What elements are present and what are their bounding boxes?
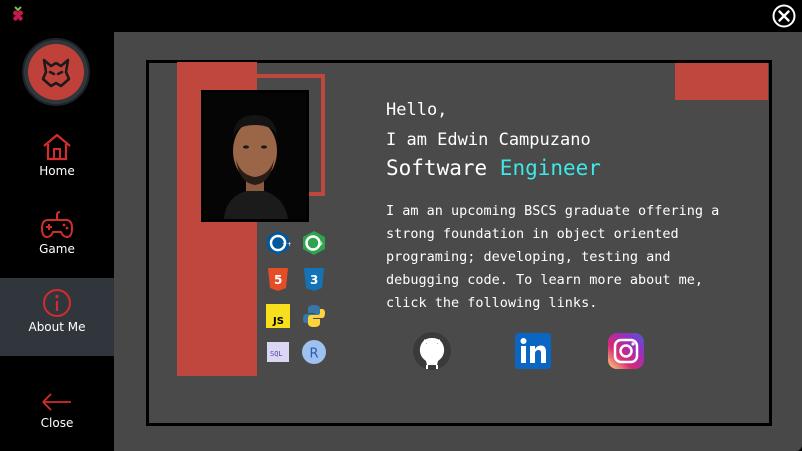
wolf-logo-icon xyxy=(22,38,90,106)
r-lang-icon: R xyxy=(302,340,326,364)
css3-icon: 3 xyxy=(304,268,324,291)
nav-home-label: Home xyxy=(39,164,75,178)
svg-text:++: ++ xyxy=(282,241,291,248)
home-icon xyxy=(43,133,71,161)
bio-paragraph: I am an upcoming BSCS graduate offering … xyxy=(386,203,720,311)
profile-photo xyxy=(201,90,309,222)
role-title: Software Engineer xyxy=(386,156,601,180)
intro-name: I am Edwin Campuzano xyxy=(386,130,591,150)
svg-text:#: # xyxy=(318,241,323,248)
nav-about-me[interactable]: About Me xyxy=(0,278,114,356)
nav-home[interactable]: Home xyxy=(0,132,114,210)
nav-close[interactable]: Close xyxy=(0,390,114,451)
title-bar xyxy=(0,0,802,32)
arrow-left-icon xyxy=(42,393,71,411)
sidebar: Home Game About Me Close xyxy=(0,32,114,451)
html5-icon: 5 xyxy=(268,268,288,291)
python-icon xyxy=(303,305,325,327)
svg-text:SQL: SQL xyxy=(270,350,283,358)
role-prefix: Software xyxy=(386,156,500,180)
github-icon[interactable] xyxy=(413,332,451,370)
nav-game-label: Game xyxy=(39,242,75,256)
close-circle-icon[interactable] xyxy=(772,4,796,28)
raspberry-icon xyxy=(13,6,23,21)
javascript-icon: JS xyxy=(266,304,290,328)
svg-text:JS: JS xyxy=(272,316,284,327)
nav-about-me-label: About Me xyxy=(28,320,86,334)
svg-text:3: 3 xyxy=(310,273,318,287)
nav-game[interactable]: Game xyxy=(0,210,114,288)
nav-close-label: Close xyxy=(40,416,74,430)
linkedin-icon[interactable] xyxy=(514,332,552,370)
instagram-icon[interactable] xyxy=(607,332,645,370)
app-window: Home Game About Me Close ++ # 5 3 JS SQL… xyxy=(0,0,802,451)
role-highlight: Engineer xyxy=(499,156,601,180)
gamepad-icon xyxy=(40,211,74,239)
cpp-icon: ++ xyxy=(267,231,291,255)
csharp-icon: # xyxy=(303,231,325,255)
greeting-text: Hello, xyxy=(386,100,448,120)
sql-icon: SQL xyxy=(267,342,289,362)
svg-text:5: 5 xyxy=(274,273,282,287)
svg-text:R: R xyxy=(310,347,319,362)
decorative-red-corner xyxy=(675,63,768,100)
info-icon xyxy=(43,289,71,317)
